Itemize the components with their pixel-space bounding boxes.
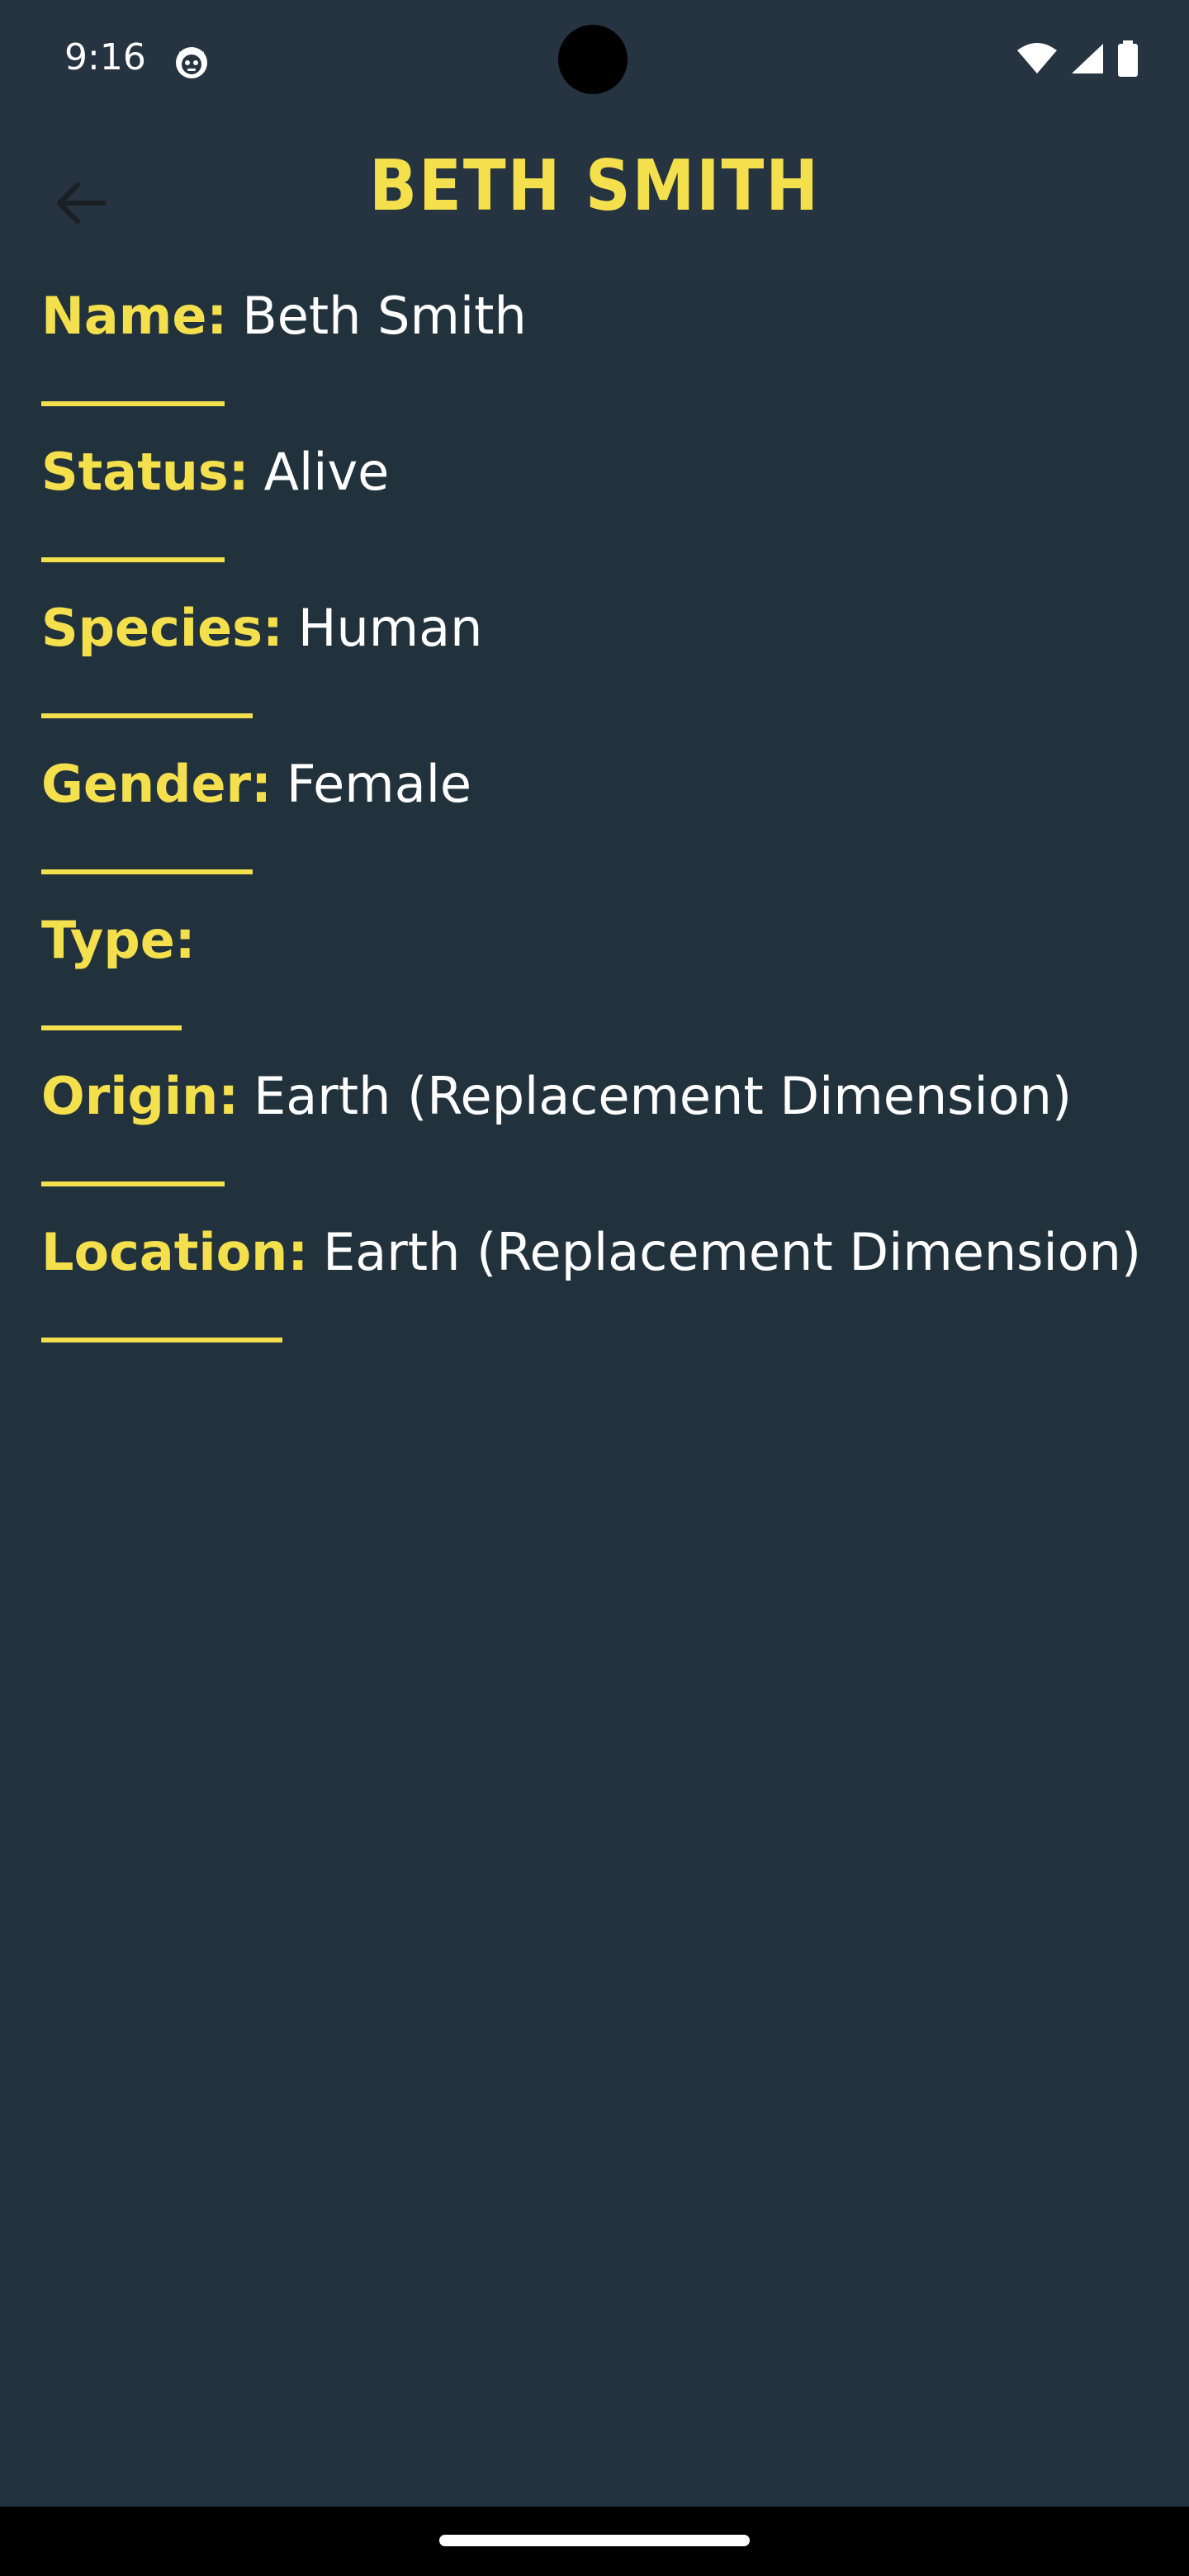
detail-row-gender: Gender: Female [41,759,471,874]
detail-label: Type: [41,910,196,970]
detail-label: Location: [41,1222,309,1282]
detail-label: Gender: [41,754,272,814]
detail-row-type: Type: [41,915,211,1030]
detail-divider [41,869,253,874]
battery-icon [1116,40,1139,80]
detail-label: Status: [41,442,249,502]
detail-row-species: Species: Human [41,603,482,718]
detail-value: Beth Smith [242,286,527,346]
detail-divider [41,1338,282,1342]
detail-divider [41,557,225,562]
status-time: 9:16 [64,36,146,78]
home-indicator[interactable] [439,2535,750,2546]
camera-cutout [558,25,628,94]
detail-divider [41,713,253,718]
app-bar: BETH SMITH [0,124,1189,281]
cat-face-icon [172,41,211,81]
detail-label: Origin: [41,1066,239,1126]
detail-divider [41,401,225,406]
status-bar: 9:16 [0,0,1189,124]
detail-value: Human [297,598,483,658]
detail-row-origin: Origin: Earth (Replacement Dimension) [41,1071,1072,1186]
signal-icon [1070,42,1105,78]
detail-label: Name: [41,286,228,346]
detail-value: Earth (Replacement Dimension) [323,1222,1142,1282]
page-title: BETH SMITH [369,144,820,227]
detail-row-status: Status: Alive [41,447,389,562]
detail-value: Alive [263,442,390,502]
detail-row-location: Location: Earth (Replacement Dimension) [41,1227,1141,1342]
system-navigation-bar [0,2507,1189,2576]
detail-label: Species: [41,598,283,658]
detail-divider [41,1181,225,1186]
status-icons [1016,40,1139,81]
character-detail-screen: 9:16 BETH SMITH Name: Beth Smith Status:… [0,0,1189,2576]
detail-divider [41,1025,182,1030]
detail-value: Earth (Replacement Dimension) [253,1066,1073,1126]
detail-row-name: Name: Beth Smith [41,291,527,406]
wifi-icon [1016,42,1059,78]
detail-value: Female [286,754,472,814]
